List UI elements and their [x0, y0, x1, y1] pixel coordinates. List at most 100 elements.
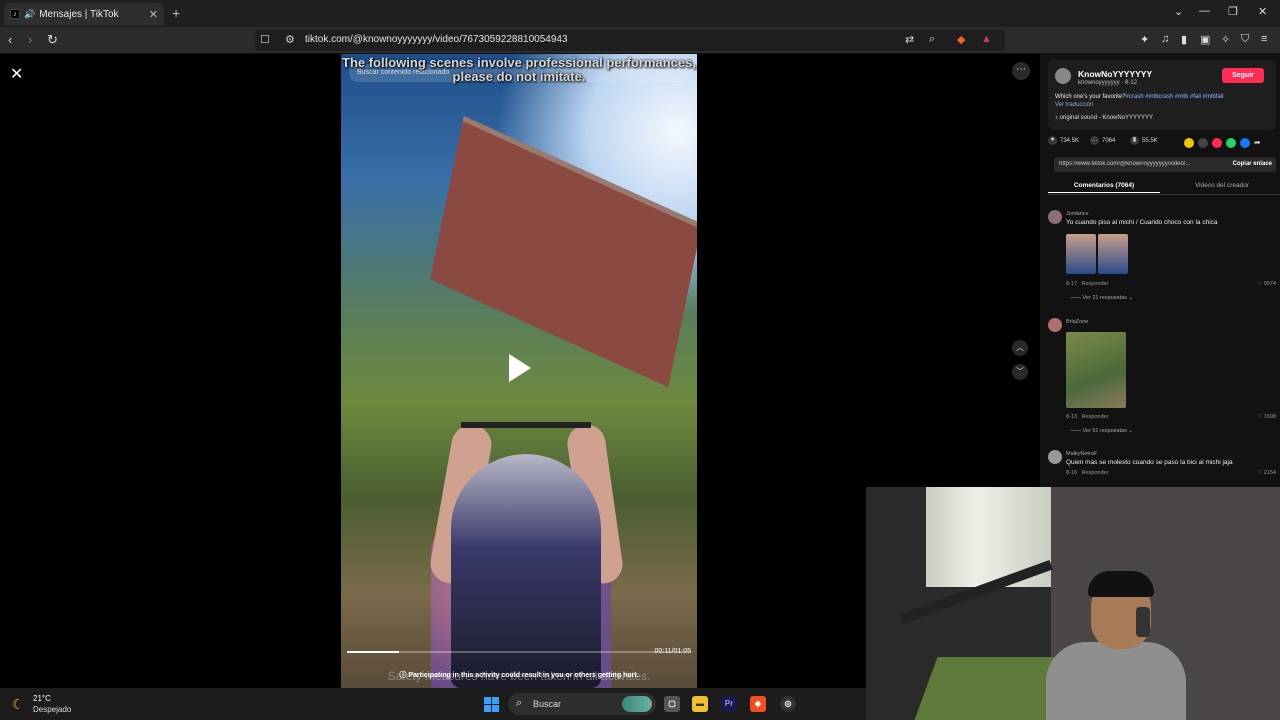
- zoom-icon[interactable]: ⌕: [929, 33, 935, 46]
- comment-user[interactable]: BrlaZone: [1066, 319, 1088, 325]
- tab-strip: ♪ 🔊 Mensajes | TikTok ✕ + ⌄ — ❐ ✕: [0, 0, 1280, 27]
- forward-button[interactable]: ›: [28, 32, 32, 47]
- author-name[interactable]: KnowNoYYYYYYY: [1078, 69, 1152, 79]
- taskbar-search[interactable]: ⌕ Buscar: [508, 693, 656, 715]
- tab-list-icon[interactable]: ⌄: [1174, 5, 1183, 18]
- progress-fill: [347, 651, 399, 653]
- start-button[interactable]: [484, 697, 499, 712]
- embed-icon[interactable]: [1198, 138, 1208, 148]
- avatar[interactable]: [1048, 210, 1062, 224]
- video-caption: The following scenes involve professiona…: [342, 55, 696, 84]
- hashtags[interactable]: #crash #mtbcrash #mtb #fail #mtbfail: [1126, 94, 1224, 100]
- link-field[interactable]: https://www.tiktok.com/@knownoyyyyyyy/vi…: [1054, 157, 1276, 172]
- comment-icon: …: [1090, 136, 1099, 145]
- moon-icon[interactable]: ☾: [12, 696, 25, 713]
- brave-shield-icon[interactable]: ◆: [957, 33, 965, 46]
- video-description: Which one's your favorite?#crash #mtbcra…: [1055, 94, 1224, 100]
- comment-text: Quien mas se molesto cuando se paso la b…: [1066, 459, 1233, 466]
- back-button[interactable]: ‹: [8, 32, 12, 47]
- close-window-button[interactable]: ✕: [1258, 5, 1267, 18]
- search-icon: ⌕: [516, 697, 523, 709]
- premiere-icon[interactable]: Pr: [721, 696, 737, 712]
- next-video-button[interactable]: ﹀: [1012, 364, 1028, 380]
- play-icon[interactable]: [509, 354, 531, 382]
- tab-creator-videos[interactable]: Videos del creador: [1164, 182, 1280, 189]
- close-icon[interactable]: ✕: [10, 64, 23, 84]
- progress-bar[interactable]: [347, 651, 691, 653]
- comment-user[interactable]: Jordancv: [1066, 211, 1088, 217]
- whatsapp-icon[interactable]: [1226, 138, 1236, 148]
- comment-image[interactable]: [1098, 234, 1128, 274]
- reload-button[interactable]: ↻: [47, 32, 58, 48]
- close-tab-icon[interactable]: ✕: [149, 8, 158, 21]
- copy-link-button[interactable]: Copiar enlace: [1233, 161, 1272, 167]
- bookmark-icon[interactable]: ☐: [260, 33, 270, 46]
- comment-likes[interactable]: ♡ 1698: [1257, 414, 1276, 420]
- send-icon[interactable]: [1212, 138, 1222, 148]
- facebook-icon[interactable]: [1240, 138, 1250, 148]
- extensions-icon[interactable]: ✦: [1140, 33, 1149, 46]
- tab-title: Mensajes | TikTok: [39, 8, 119, 20]
- weather-temp[interactable]: 21°C: [33, 694, 51, 703]
- vpn-icon[interactable]: ⛉: [1241, 33, 1249, 46]
- webcam-overlay: [866, 487, 1280, 720]
- sidebar-icon[interactable]: ▮: [1181, 33, 1187, 46]
- toolbar: ‹ › ↻ ☐ ⚙ tiktok.com/@knownoyyyyyyy/vide…: [0, 27, 1280, 54]
- avatar[interactable]: [1048, 450, 1062, 464]
- view-replies-button[interactable]: —— Ver 21 respuestas ⌄: [1070, 295, 1133, 301]
- reply-button[interactable]: Responder: [1082, 470, 1109, 476]
- follow-button[interactable]: Seguir: [1222, 68, 1264, 83]
- new-tab-button[interactable]: +: [172, 5, 180, 21]
- music-icon[interactable]: ♫: [1161, 33, 1169, 45]
- avatar[interactable]: [1055, 68, 1071, 84]
- headset: [1136, 607, 1150, 637]
- reply-button[interactable]: Responder: [1082, 281, 1109, 287]
- comment-image[interactable]: [1066, 234, 1096, 274]
- view-replies-button[interactable]: —— Ver 51 respuestas ⌄: [1070, 428, 1133, 434]
- comment-button[interactable]: … 7064: [1090, 136, 1115, 145]
- address-bar[interactable]: ☐ ⚙ tiktok.com/@knownoyyyyyyy/video/7673…: [255, 30, 1005, 51]
- comment-meta: 8-16 Responder: [1066, 470, 1109, 476]
- url-text[interactable]: tiktok.com/@knownoyyyyyyy/video/76730592…: [305, 34, 568, 45]
- task-view-icon[interactable]: ▢: [664, 696, 680, 712]
- sound-link[interactable]: ♪ original sound - KnowNoYYYYYYY: [1055, 115, 1153, 121]
- save-button[interactable]: ▮ 55.5K: [1130, 136, 1158, 145]
- file-explorer-icon[interactable]: ▬: [692, 696, 708, 712]
- maximize-button[interactable]: ❐: [1228, 5, 1238, 18]
- brave-browser-icon[interactable]: ◆: [750, 696, 766, 712]
- comment-meta: 8-17 Responder: [1066, 281, 1109, 287]
- stats-row: ♥ 734.5K … 7064 ▮ 55.5K ➦: [1048, 136, 1276, 152]
- comment-likes[interactable]: ♡ 2154: [1257, 470, 1276, 476]
- like-button[interactable]: ♥ 734.5K: [1048, 136, 1079, 145]
- leo-icon[interactable]: ✧: [1221, 33, 1230, 46]
- obs-icon[interactable]: ◎: [780, 696, 796, 712]
- comment-meta: 8-13 Responder: [1066, 414, 1109, 420]
- reply-button[interactable]: Responder: [1082, 414, 1109, 420]
- share-link: https://www.tiktok.com/@knownoyyyyyyy/vi…: [1059, 161, 1191, 167]
- comment-user[interactable]: MalkyNetraF: [1066, 451, 1097, 457]
- weather-desc[interactable]: Despejado: [33, 705, 71, 714]
- video-time: 00:11/01:05: [654, 648, 691, 655]
- menu-icon[interactable]: ≡: [1261, 33, 1267, 45]
- previous-video-button[interactable]: ︿: [1012, 340, 1028, 356]
- avatar[interactable]: [1048, 318, 1062, 332]
- more-options-button[interactable]: ⋯: [1012, 62, 1030, 80]
- speaker-icon[interactable]: 🔊: [24, 9, 35, 20]
- more-share-icon[interactable]: ➦: [1254, 138, 1264, 148]
- translate-icon[interactable]: ⇄: [905, 33, 914, 46]
- comment-image[interactable]: [1066, 332, 1126, 408]
- translate-link[interactable]: Ver traducción: [1055, 102, 1093, 108]
- site-info-icon[interactable]: ⚙: [285, 33, 295, 46]
- heart-icon: ♥: [1048, 136, 1057, 145]
- tab-comments[interactable]: Comentarios (7064): [1048, 182, 1160, 193]
- minimize-button[interactable]: —: [1199, 5, 1210, 17]
- wallet-icon[interactable]: ▣: [1200, 33, 1210, 46]
- comment-likes[interactable]: ♡ 9974: [1257, 281, 1276, 287]
- share-icon[interactable]: [1184, 138, 1194, 148]
- video-player[interactable]: Buscar contenido relacionado ⌕ The follo…: [341, 54, 697, 688]
- browser-tab[interactable]: ♪ 🔊 Mensajes | TikTok ✕: [4, 3, 164, 25]
- video-warning: Safety measures have been taken in all a…: [341, 666, 697, 688]
- warning-text: ⓘ Participating in this activity could r…: [399, 672, 639, 679]
- rewards-icon[interactable]: ▲: [981, 33, 992, 45]
- tiktok-icon: ♪: [10, 9, 20, 19]
